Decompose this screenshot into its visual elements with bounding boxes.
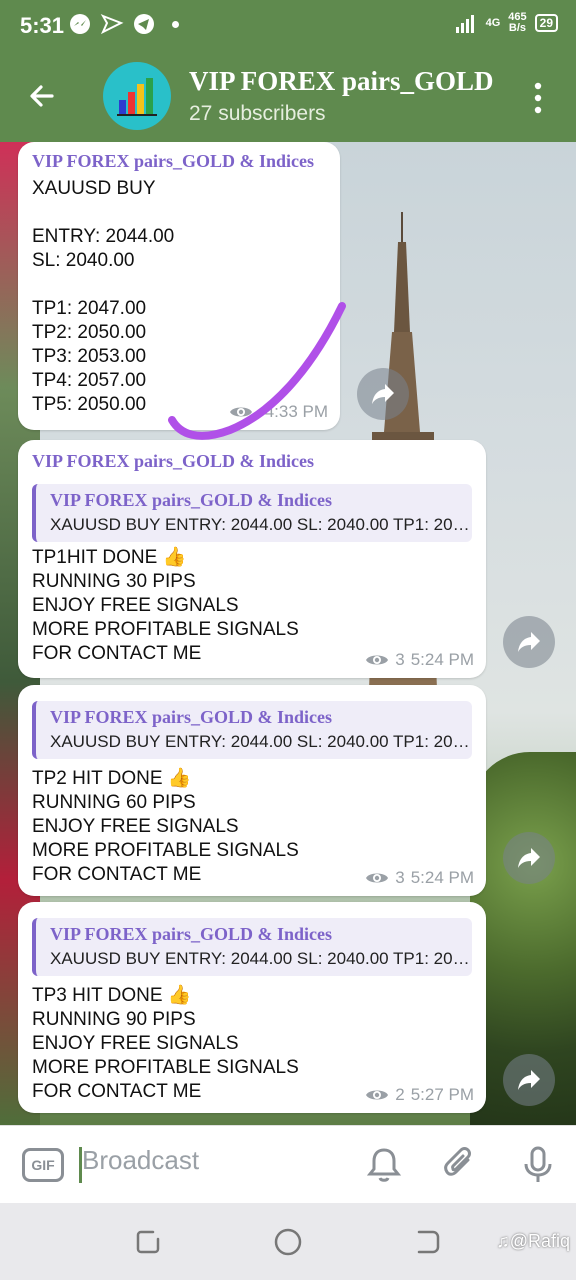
- message-bubble[interactable]: VIP FOREX pairs_GOLD & Indices XAUUSD BU…: [18, 685, 486, 896]
- more-vert-icon[interactable]: [526, 80, 550, 116]
- message-bubble[interactable]: VIP FOREX pairs_GOLD & Indices XAUUSD BU…: [18, 902, 486, 1113]
- share-arrow-icon: [372, 384, 394, 404]
- chat-header: VIP FOREX pairs_GOLD & Indices 27 subscr…: [0, 52, 576, 142]
- send-arrow-icon: [100, 14, 124, 35]
- drawn-check-mark: [168, 302, 346, 440]
- view-count: 3: [395, 868, 405, 887]
- views-eye-icon: [366, 873, 389, 883]
- network-type: 4G: [485, 16, 501, 29]
- chat-area[interactable]: VIP FOREX pairs_GOLD & Indices XAUUSD BU…: [0, 142, 576, 1125]
- home-icon[interactable]: [273, 1227, 303, 1257]
- message-text: TP1HIT DONE 👍 RUNNING 30 PIPS ENJOY FREE…: [32, 547, 299, 664]
- reply-text: XAUUSD BUY ENTRY: 2044.00 SL: 2040.00 TP…: [50, 732, 470, 751]
- watermark: ♫@Rafiq: [496, 1231, 570, 1251]
- view-count: 3: [395, 650, 405, 669]
- reply-sender: VIP FOREX pairs_GOLD & Indices: [50, 924, 333, 944]
- reply-sender: VIP FOREX pairs_GOLD & Indices: [50, 707, 333, 727]
- reply-preview[interactable]: VIP FOREX pairs_GOLD & Indices XAUUSD BU…: [32, 918, 472, 976]
- forward-button[interactable]: [503, 832, 555, 884]
- message-time: 5:24 PM: [410, 650, 474, 669]
- message-time: 5:27 PM: [410, 1085, 474, 1104]
- bar-chart-icon: [117, 78, 157, 116]
- status-right: 4G 465 B/s 29: [455, 11, 558, 34]
- reply-preview[interactable]: VIP FOREX pairs_GOLD & Indices XAUUSD BU…: [32, 484, 472, 542]
- status-bar: 5:31 4G 465 B/s 29: [0, 0, 576, 52]
- broadcast-input[interactable]: Broadcast: [82, 1145, 199, 1176]
- message-meta: 2 5:27 PM: [365, 1085, 474, 1105]
- forward-button[interactable]: [357, 368, 409, 420]
- reply-text: XAUUSD BUY ENTRY: 2044.00 SL: 2040.00 TP…: [50, 949, 470, 968]
- views-eye-icon: [366, 655, 389, 665]
- microphone-icon[interactable]: [520, 1146, 556, 1184]
- share-arrow-icon: [518, 848, 540, 868]
- network-speed: 465 B/s: [508, 11, 527, 34]
- status-time: 5:31: [20, 13, 65, 38]
- channel-avatar[interactable]: [103, 62, 171, 130]
- message-bubble[interactable]: VIP FOREX pairs_GOLD & Indices VIP FOREX…: [18, 440, 486, 678]
- channel-title[interactable]: VIP FOREX pairs_GOLD & Indices: [189, 66, 501, 97]
- back-arrow-icon[interactable]: [22, 76, 62, 116]
- battery-indicator: 29: [534, 14, 558, 32]
- more-notifications-dot: [172, 20, 179, 28]
- share-arrow-icon: [518, 1070, 540, 1090]
- message-sender: VIP FOREX pairs_GOLD & Indices: [32, 451, 315, 471]
- message-meta: 3 5:24 PM: [365, 650, 474, 670]
- subscriber-count: 27 subscribers: [189, 102, 326, 125]
- message-text: TP3 HIT DONE 👍 RUNNING 90 PIPS ENJOY FRE…: [32, 985, 299, 1102]
- gif-button[interactable]: GIF: [22, 1148, 64, 1182]
- share-arrow-icon: [518, 632, 540, 652]
- message-sender: VIP FOREX pairs_GOLD & Indices: [32, 151, 315, 171]
- forward-button[interactable]: [503, 1054, 555, 1106]
- reply-sender: VIP FOREX pairs_GOLD & Indices: [50, 490, 333, 510]
- telegram-icon: [134, 14, 154, 34]
- reply-text: XAUUSD BUY ENTRY: 2044.00 SL: 2040.00 TP…: [50, 515, 470, 534]
- messenger-icon: [70, 14, 90, 34]
- signal-icon: [455, 15, 474, 33]
- compose-bar: GIF Broadcast: [0, 1125, 576, 1203]
- notification-icons: [68, 12, 179, 36]
- back-nav-icon[interactable]: [413, 1227, 443, 1257]
- message-time: 5:24 PM: [410, 868, 474, 887]
- message-text: XAUUSD BUY ENTRY: 2044.00 SL: 2040.00 TP…: [32, 178, 175, 415]
- views-eye-icon: [366, 1090, 389, 1100]
- forward-button[interactable]: [503, 616, 555, 668]
- attach-icon[interactable]: [442, 1146, 478, 1184]
- message-meta: 3 5:24 PM: [365, 868, 474, 888]
- message-text: TP2 HIT DONE 👍 RUNNING 60 PIPS ENJOY FRE…: [32, 768, 299, 885]
- recent-apps-icon[interactable]: [133, 1227, 163, 1257]
- reply-preview[interactable]: VIP FOREX pairs_GOLD & Indices XAUUSD BU…: [32, 701, 472, 759]
- system-nav-bar: ♫@Rafiq: [0, 1203, 576, 1280]
- view-count: 2: [395, 1085, 405, 1104]
- bell-icon[interactable]: [366, 1146, 402, 1184]
